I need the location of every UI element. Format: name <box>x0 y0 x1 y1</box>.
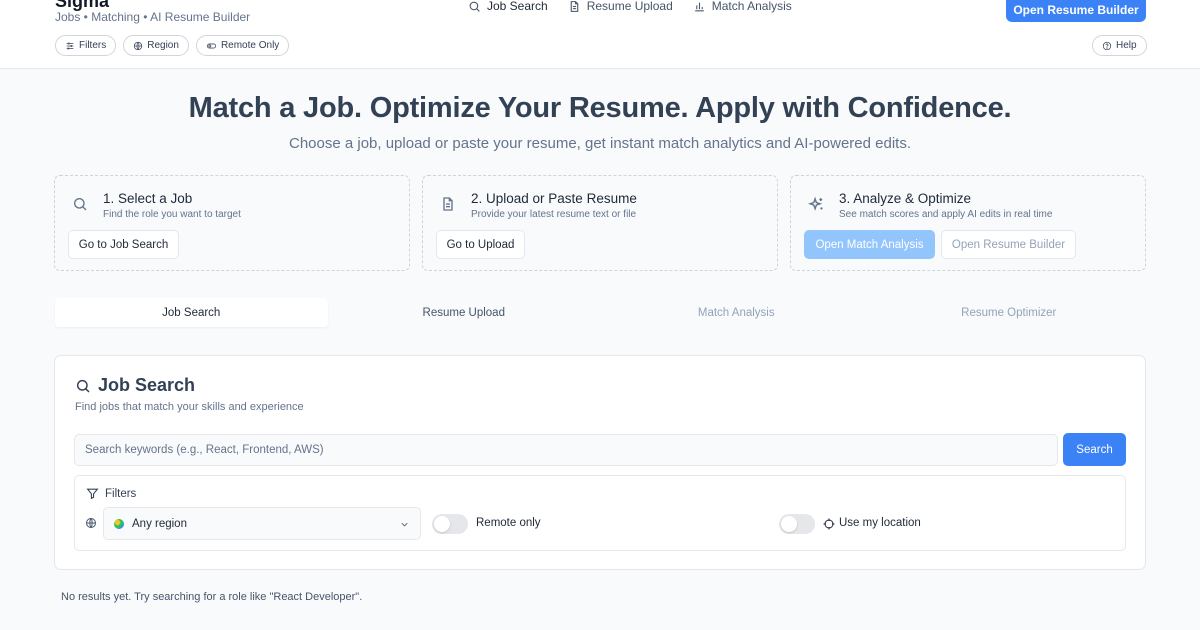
toggle-icon <box>206 41 217 51</box>
toggle-knob <box>781 516 797 532</box>
nav-match-analysis[interactable]: Match Analysis <box>693 0 792 13</box>
hero-subtitle: Choose a job, upload or paste your resum… <box>288 135 912 152</box>
step-title: 3. Analyze & Optimize <box>839 191 972 206</box>
search-icon <box>75 378 91 394</box>
chevron-down-icon <box>399 519 410 530</box>
step-description: See match scores and apply AI edits in r… <box>839 209 1053 220</box>
sparkles-icon <box>808 196 825 213</box>
tab-job-search[interactable]: Job Search <box>55 298 328 327</box>
step-description: Provide your latest resume text or file <box>471 209 637 220</box>
step-card-upload-resume: 2. Upload or Paste Resume Provide your l… <box>422 175 778 271</box>
top-nav: Job Search Resume Upload Match Analysis <box>468 0 792 13</box>
tab-resume-upload[interactable]: Resume Upload <box>328 298 601 327</box>
step-card-analyze-optimize: 3. Analyze & Optimize See match scores a… <box>790 175 1146 271</box>
region-chip[interactable]: Region <box>123 35 189 56</box>
nav-label: Match Analysis <box>711 0 792 13</box>
filters-header: Filters <box>86 487 136 500</box>
filters-section: Filters Any region Remote only Use my lo… <box>74 475 1126 551</box>
nav-job-search[interactable]: Job Search <box>468 0 548 13</box>
open-resume-builder-button[interactable]: Open Resume Builder <box>1006 0 1146 22</box>
region-globe-icon <box>114 518 124 529</box>
open-resume-builder-step-button[interactable]: Open Resume Builder <box>941 230 1076 259</box>
remote-only-chip[interactable]: Remote Only <box>195 35 290 56</box>
open-match-analysis-button[interactable]: Open Match Analysis <box>804 230 935 259</box>
globe-icon <box>133 41 143 51</box>
use-location-toggle[interactable] <box>779 514 815 534</box>
search-icon <box>72 196 88 212</box>
use-location-label: Use my location <box>839 517 921 529</box>
tab-match-analysis[interactable]: Match Analysis <box>600 298 873 327</box>
nav-label: Resume Upload <box>586 0 673 13</box>
panel-title-text: Job Search <box>98 375 196 395</box>
brand-subtitle: Jobs • Matching • AI Resume Builder <box>55 10 251 24</box>
crosshair-icon <box>823 518 835 530</box>
help-circle-icon <box>1102 41 1112 51</box>
panel-title: Job Search <box>75 375 195 396</box>
tab-resume-optimizer[interactable]: Resume Optimizer <box>873 298 1146 327</box>
region-select[interactable]: Any region <box>103 507 421 540</box>
globe-icon <box>85 517 97 529</box>
toggle-knob <box>434 516 450 532</box>
bar-chart-icon <box>693 0 706 13</box>
region-value: Any region <box>132 517 187 530</box>
chip-label: Filters <box>79 40 107 51</box>
empty-state-message: No results yet. Try searching for a role… <box>61 591 363 603</box>
sliders-icon <box>65 41 75 51</box>
help-chip[interactable]: Help <box>1092 35 1147 56</box>
search-icon <box>468 0 481 13</box>
job-search-panel: Job Search Find jobs that match your ski… <box>54 355 1146 570</box>
search-input[interactable] <box>74 434 1058 466</box>
step-description: Find the role you want to target <box>103 209 241 220</box>
hero-title: Match a Job. Optimize Your Resume. Apply… <box>188 92 1012 124</box>
filters-chip[interactable]: Filters <box>55 35 117 56</box>
file-icon <box>568 0 581 13</box>
chip-label: Help <box>1116 40 1137 51</box>
quick-filter-chips: Filters Region Remote Only <box>55 35 290 56</box>
file-icon <box>440 196 456 212</box>
app-header: Sigma Jobs • Matching • AI Resume Builde… <box>0 0 1200 69</box>
go-to-upload-button[interactable]: Go to Upload <box>436 230 525 259</box>
remote-only-label: Remote only <box>476 517 541 529</box>
chip-label: Region <box>147 40 179 51</box>
chip-label: Remote Only <box>220 40 280 51</box>
go-to-job-search-button[interactable]: Go to Job Search <box>68 230 179 259</box>
filter-icon <box>86 487 99 500</box>
panel-subtitle: Find jobs that match your skills and exp… <box>75 401 304 413</box>
remote-only-toggle[interactable] <box>432 514 468 534</box>
step-title: 1. Select a Job <box>103 191 193 206</box>
search-button[interactable]: Search <box>1063 433 1126 466</box>
step-card-select-job: 1. Select a Job Find the role you want t… <box>54 175 410 271</box>
step-title: 2. Upload or Paste Resume <box>471 191 637 206</box>
nav-label: Job Search <box>487 0 548 13</box>
nav-resume-upload[interactable]: Resume Upload <box>568 0 673 13</box>
filters-label: Filters <box>105 487 137 500</box>
workflow-tabs: Job Search Resume Upload Match Analysis … <box>55 298 1145 327</box>
